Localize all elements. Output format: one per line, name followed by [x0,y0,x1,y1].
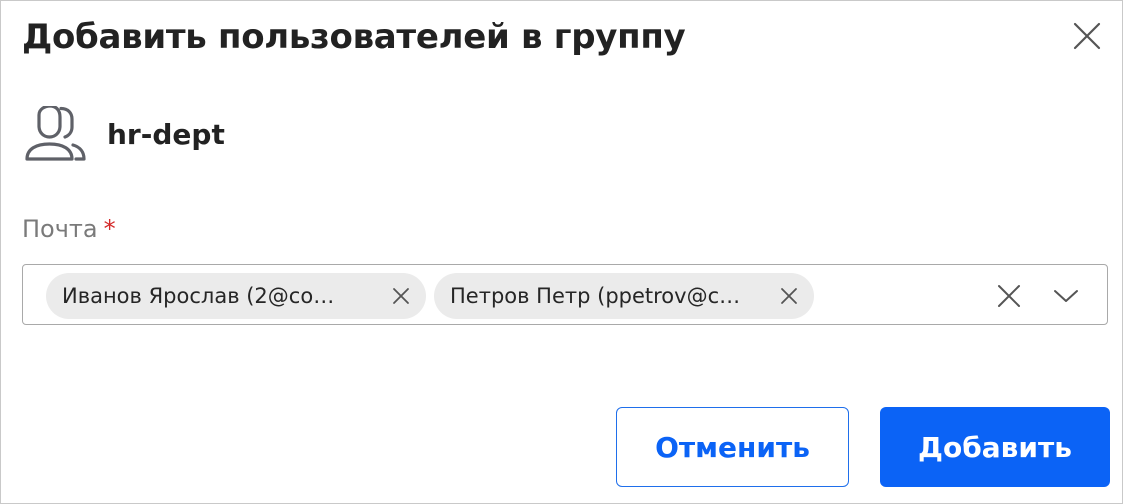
chip-label: Петров Петр (ppetrov@c… [450,284,741,308]
selected-user-chip[interactable]: Петров Петр (ppetrov@c… [434,273,814,319]
close-icon [393,288,409,304]
chip-remove-button[interactable] [390,285,412,307]
group-name: hr-dept [107,117,225,151]
group-info: hr-dept [25,106,225,162]
chip-label: Иванов Ярослав (2@co… [62,284,335,308]
required-mark: * [103,215,116,243]
add-users-dialog: Добавить пользователей в группу hr-dept … [0,0,1123,504]
email-field-label: Почта * [22,215,116,243]
clear-icon [998,285,1020,307]
dialog-title: Добавить пользователей в группу [22,17,686,57]
clear-selection-button[interactable] [993,281,1025,311]
email-multiselect[interactable]: Иванов Ярослав (2@co… Петров Петр (ppetr… [22,264,1108,325]
close-icon [781,288,797,304]
email-label-text: Почта [22,215,98,243]
users-icon [25,106,86,161]
selected-user-chip[interactable]: Иванов Ярослав (2@co… [46,273,426,319]
add-button[interactable]: Добавить [880,407,1110,487]
close-icon [1073,22,1101,50]
dropdown-toggle[interactable] [1049,281,1083,311]
chip-remove-button[interactable] [778,285,800,307]
chevron-down-icon [1054,290,1078,302]
close-button[interactable] [1067,18,1107,54]
cancel-button[interactable]: Отменить [616,407,849,487]
